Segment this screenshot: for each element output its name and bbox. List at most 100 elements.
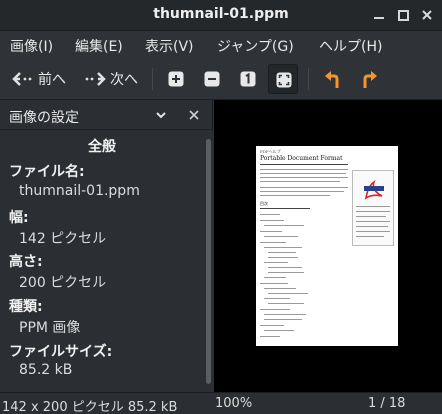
zoom-normal-icon xyxy=(240,71,256,87)
chevron-down-icon[interactable] xyxy=(154,108,168,122)
text-line xyxy=(260,283,288,284)
minimize-button[interactable] xyxy=(370,6,388,24)
text-line xyxy=(264,262,288,263)
rotate-left-button[interactable] xyxy=(318,64,348,94)
text-line xyxy=(356,206,390,207)
text-line xyxy=(356,216,386,217)
maximize-button[interactable] xyxy=(394,6,412,24)
text-line xyxy=(264,247,302,248)
image-info: 142 x 200 ピクセル 85.2 kB xyxy=(2,400,178,414)
menu-help[interactable]: ヘルプ(H) xyxy=(319,36,382,56)
close-icon[interactable] xyxy=(187,108,201,122)
text-line xyxy=(260,191,344,192)
close-window-button[interactable] xyxy=(418,6,436,24)
text-line xyxy=(356,231,390,232)
prev-button[interactable]: 前へ xyxy=(8,64,70,94)
property-label: 種類: xyxy=(9,299,43,315)
pdf-logo-image xyxy=(364,179,384,200)
next-label: 次へ xyxy=(110,72,138,88)
text-line xyxy=(264,314,306,315)
text-line xyxy=(260,195,330,196)
property-value: thumnail-01.ppm xyxy=(19,183,140,199)
image-view[interactable]: PDFヘルプ Portable Document Format 目次 xyxy=(214,100,442,392)
rotate-right-button[interactable] xyxy=(354,64,384,94)
property-label: 高さ: xyxy=(9,254,43,270)
text-line xyxy=(264,330,294,331)
text-line xyxy=(356,236,384,237)
text-line xyxy=(260,214,280,215)
menu-edit[interactable]: 編集(E) xyxy=(75,36,123,56)
toolbar-separator xyxy=(308,68,309,90)
pane-header: 画像の設定 xyxy=(0,100,213,130)
pane-scrollbar[interactable] xyxy=(204,131,213,392)
rotate-right-icon xyxy=(363,71,377,88)
arrow-left-icon xyxy=(12,72,32,86)
image-properties-pane: 画像の設定 全般 ファイル名: thumnail-01.ppm 幅: 142 ピ… xyxy=(0,100,213,392)
text-line xyxy=(260,187,348,188)
zoom-level: 100% xyxy=(215,396,253,411)
toolbar-separator xyxy=(152,68,153,90)
zoom-normal-button[interactable] xyxy=(233,64,263,94)
text-line xyxy=(260,231,282,232)
close-icon xyxy=(422,10,432,20)
rotate-left-icon xyxy=(325,71,339,88)
property-label: ファイルサイズ: xyxy=(9,344,113,360)
scrollbar-thumb[interactable] xyxy=(206,139,211,384)
zoom-out-icon xyxy=(204,71,220,87)
menu-image[interactable]: 画像(I) xyxy=(10,36,53,56)
text-line xyxy=(264,288,296,289)
properties-list: 全般 ファイル名: thumnail-01.ppm 幅: 142 ピクセル 高さ… xyxy=(0,131,204,392)
page-rule xyxy=(260,208,310,209)
document-thumbnail: PDFヘルプ Portable Document Format 目次 xyxy=(256,146,398,346)
page-rule xyxy=(260,164,348,165)
text-line xyxy=(260,325,284,326)
text-line xyxy=(260,177,348,178)
text-line xyxy=(264,298,290,299)
next-button[interactable]: 次へ xyxy=(80,64,142,94)
text-line xyxy=(264,277,286,278)
toolbar: 前へ 次へ xyxy=(0,58,442,100)
section-title: 全般 xyxy=(88,139,116,155)
text-line xyxy=(260,173,346,174)
page-counter: 1 / 18 xyxy=(368,396,406,411)
text-line xyxy=(268,267,302,268)
text-line xyxy=(264,236,298,237)
status-bar: 142 x 200 ピクセル 85.2 kB 100% 1 / 18 xyxy=(0,392,442,414)
zoom-fit-button[interactable] xyxy=(268,64,298,94)
text-line xyxy=(356,211,390,212)
page-section-heading: 目次 xyxy=(260,201,268,206)
title-bar: thumnail-01.ppm xyxy=(0,0,442,31)
text-line xyxy=(260,336,280,337)
text-line xyxy=(268,293,308,294)
text-line xyxy=(264,319,302,320)
zoom-fit-icon xyxy=(276,72,292,88)
text-line xyxy=(268,252,296,253)
property-label: ファイル名: xyxy=(9,164,85,180)
text-line xyxy=(268,272,304,273)
property-value: 200 ピクセル xyxy=(19,275,107,291)
text-line xyxy=(260,309,290,310)
text-line xyxy=(260,242,286,243)
zoom-in-icon xyxy=(168,71,184,87)
text-line xyxy=(356,226,388,227)
text-line xyxy=(260,169,348,170)
property-label: 幅: xyxy=(9,210,29,226)
property-value: PPM 画像 xyxy=(19,320,81,336)
menu-view[interactable]: 表示(V) xyxy=(145,36,194,56)
text-line xyxy=(264,225,304,226)
prev-label: 前へ xyxy=(38,72,66,88)
zoom-out-button[interactable] xyxy=(197,64,227,94)
property-value: 142 ピクセル xyxy=(19,231,107,247)
menu-go[interactable]: ジャンプ(G) xyxy=(217,36,294,56)
text-line xyxy=(268,303,304,304)
text-line xyxy=(356,221,390,222)
pane-title: 画像の設定 xyxy=(9,110,79,126)
text-line xyxy=(268,257,298,258)
menu-bar: 画像(I) 編集(E) 表示(V) ジャンプ(G) ヘルプ(H) xyxy=(0,31,442,58)
arrow-right-icon xyxy=(85,72,106,86)
zoom-in-button[interactable] xyxy=(161,64,191,94)
property-value: 85.2 kB xyxy=(19,362,73,378)
text-line xyxy=(260,181,340,182)
page-title-text: Portable Document Format xyxy=(260,155,343,162)
text-line xyxy=(260,220,284,221)
